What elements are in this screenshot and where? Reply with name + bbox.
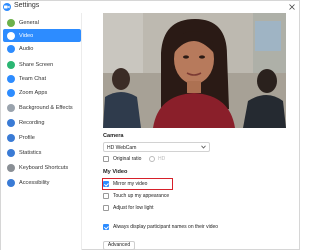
statistics-icon	[7, 148, 15, 157]
sidebar-item-label: Share Screen	[19, 61, 54, 68]
chat-icon	[7, 74, 15, 83]
sidebar-item-background-effects[interactable]: Background & Effects	[3, 101, 81, 114]
sidebar-item-label: Accessibility	[19, 179, 50, 186]
window-title: Settings	[14, 2, 40, 9]
chevron-down-icon	[201, 145, 206, 149]
camera-preview-image	[103, 13, 286, 128]
camera-select[interactable]: HD WebCam	[103, 142, 210, 152]
close-icon	[289, 4, 295, 10]
sidebar-item-team-chat[interactable]: Team Chat	[3, 72, 81, 85]
sidebar-item-recording[interactable]: Recording	[3, 116, 81, 129]
my-video-heading: My Video	[103, 169, 128, 175]
camera-select-value: HD WebCam	[107, 144, 137, 151]
sidebar-item-label: Team Chat	[19, 75, 47, 82]
share-screen-icon	[7, 60, 15, 69]
original-ratio-label: Original ratio	[113, 156, 142, 162]
hd-option[interactable]: HD	[149, 154, 165, 164]
sidebar-item-label: Recording	[19, 119, 45, 126]
sidebar-item-general[interactable]: General	[3, 16, 81, 29]
touch-up-option[interactable]: Touch up my appearance	[103, 191, 169, 201]
sidebar-item-accessibility[interactable]: Accessibility	[3, 176, 81, 189]
low-light-label: Adjust for low light	[113, 205, 154, 211]
settings-sidebar: General Video Audio Share Screen Team Ch…	[1, 13, 82, 250]
gear-icon	[7, 18, 15, 27]
sidebar-item-label: Profile	[19, 134, 35, 141]
background-icon	[7, 103, 15, 112]
hd-radio[interactable]	[149, 156, 155, 162]
hd-label: HD	[158, 156, 166, 162]
low-light-option[interactable]: Adjust for low light	[103, 203, 154, 213]
sidebar-item-label: Background & Effects	[19, 104, 73, 111]
sidebar-item-audio[interactable]: Audio	[3, 42, 81, 55]
sidebar-item-label: Audio	[19, 45, 34, 52]
headphones-icon	[7, 44, 15, 53]
advanced-button[interactable]: Advanced	[103, 241, 135, 250]
apps-icon	[7, 88, 15, 97]
sidebar-item-label: Video	[19, 32, 34, 39]
zoom-app-icon	[3, 3, 11, 11]
sidebar-item-share-screen[interactable]: Share Screen	[3, 58, 81, 71]
original-ratio-checkbox[interactable]	[103, 156, 109, 162]
sidebar-item-statistics[interactable]: Statistics	[3, 146, 81, 159]
mirror-video-option[interactable]: Mirror my video	[103, 179, 147, 189]
touch-up-checkbox[interactable]	[103, 193, 109, 199]
camera-heading: Camera	[103, 133, 124, 139]
sidebar-item-keyboard-shortcuts[interactable]: Keyboard Shortcuts	[3, 161, 81, 174]
always-display-names-option[interactable]: Always display participant names on thei…	[103, 222, 218, 232]
accessibility-icon	[7, 178, 15, 187]
low-light-checkbox[interactable]	[103, 205, 109, 211]
sidebar-item-label: Keyboard Shortcuts	[19, 164, 69, 171]
sidebar-item-profile[interactable]: Profile	[3, 131, 81, 144]
always-display-names-checkbox[interactable]	[103, 224, 109, 230]
sidebar-item-zoom-apps[interactable]: Zoom Apps	[3, 86, 81, 99]
touch-up-label: Touch up my appearance	[113, 193, 170, 199]
recording-icon	[7, 118, 15, 127]
video-icon	[7, 31, 15, 40]
profile-icon	[7, 133, 15, 142]
sidebar-item-label: Zoom Apps	[19, 89, 48, 96]
sidebar-item-video[interactable]: Video	[3, 29, 81, 42]
sidebar-item-label: General	[19, 19, 39, 26]
keyboard-icon	[7, 163, 15, 172]
video-settings-panel: Camera HD WebCam Original ratio HD My Vi…	[83, 13, 300, 250]
mirror-video-label: Mirror my video	[113, 181, 148, 187]
sidebar-item-label: Statistics	[19, 149, 42, 156]
camera-preview	[103, 13, 286, 128]
close-window-button[interactable]	[286, 1, 298, 13]
settings-window: Settings General Video Audio Share Scree…	[0, 0, 300, 250]
original-ratio-option[interactable]: Original ratio	[103, 154, 141, 164]
always-display-names-label: Always display participant names on thei…	[113, 224, 219, 230]
mirror-video-checkbox[interactable]	[103, 181, 109, 187]
